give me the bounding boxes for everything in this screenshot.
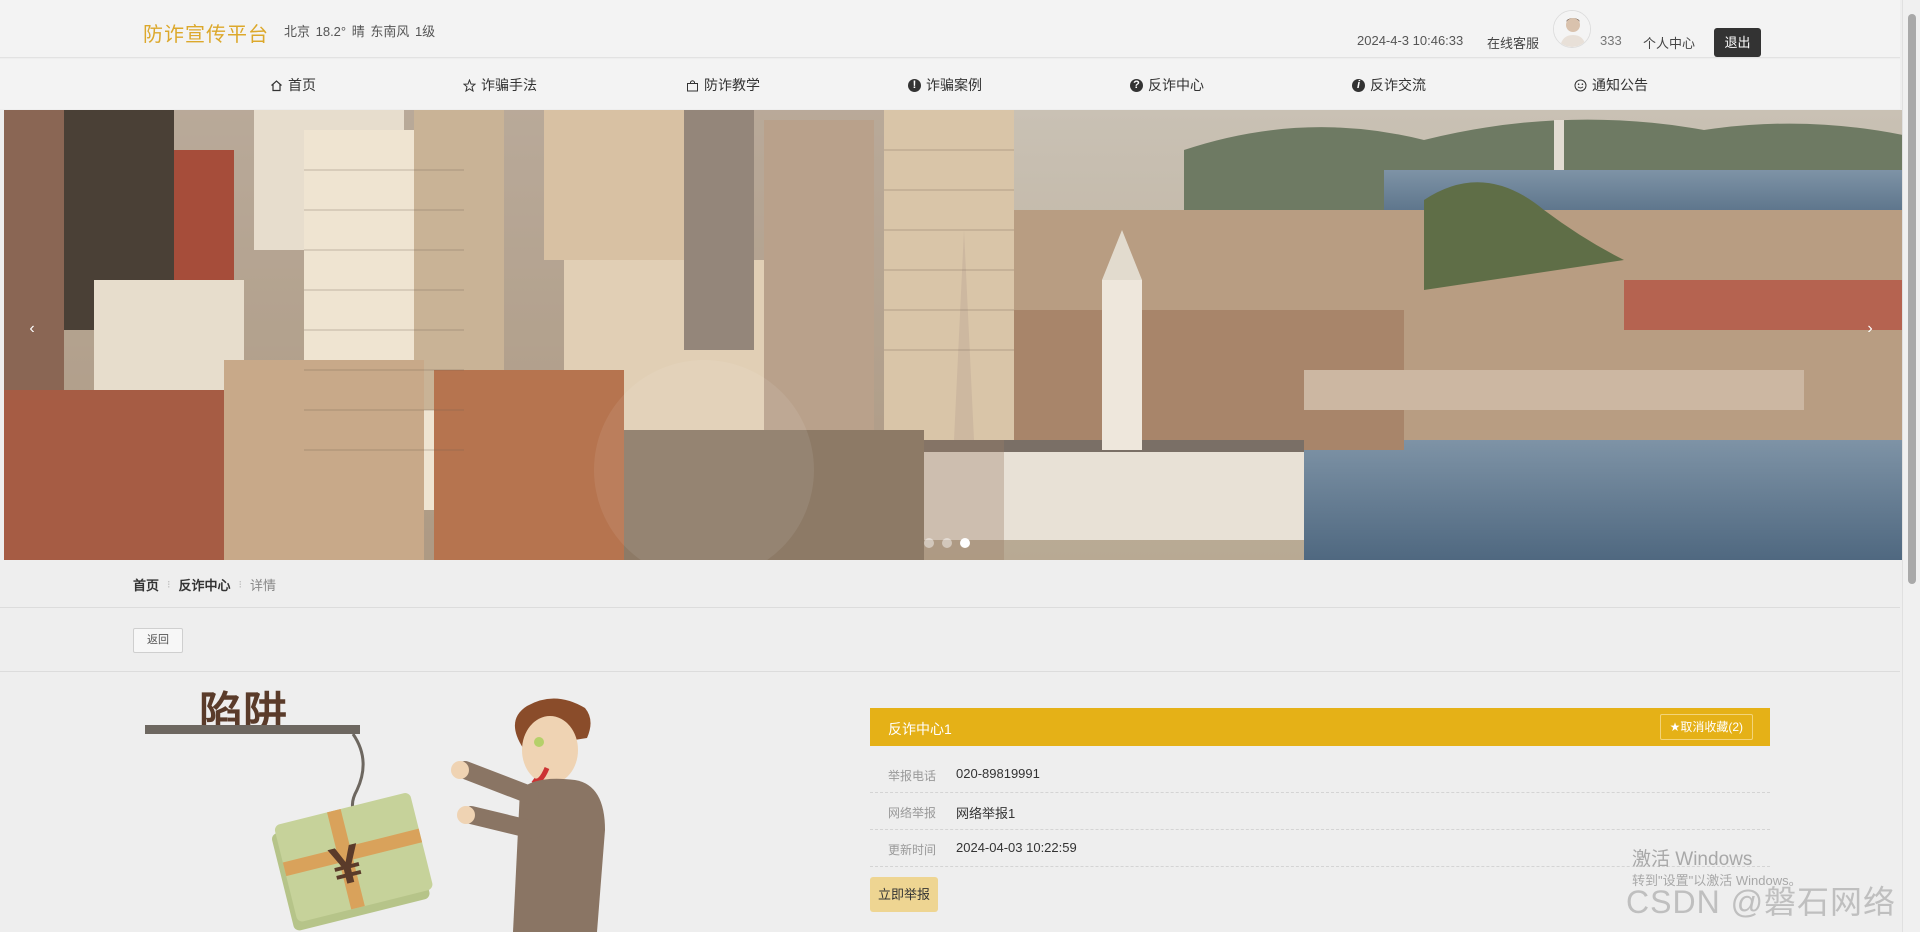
nav-label: 诈骗案例 [926,77,982,93]
carousel-prev-arrow[interactable]: ‹ [22,320,42,338]
avatar-icon [1554,11,1590,47]
detail-illustration: 陷阱 ¥ [135,690,715,932]
nav-item-anti-fraud-teaching[interactable]: 防诈教学 [686,75,760,95]
nav-label: 防诈教学 [704,77,760,93]
scrollbar-thumb[interactable] [1908,14,1916,584]
breadcrumb-section[interactable]: 反诈中心 [179,575,231,594]
windows-activation-watermark: 激活 Windows [1632,849,1753,870]
nav-label: 反诈中心 [1148,77,1204,93]
detail-row-value: 2024-04-03 10:22:59 [956,840,1077,855]
nav-item-announcements[interactable]: 通知公告 [1574,75,1648,95]
page-scrollbar[interactable] [1902,0,1920,932]
avatar[interactable] [1553,10,1591,48]
nav-item-anti-fraud-center[interactable]: ? 反诈中心 [1130,75,1204,95]
detail-row-online-report: 网络举报 网络举报1 [870,793,1770,830]
site-brand[interactable]: 防诈宣传平台 [143,18,269,47]
smile-icon [1574,79,1587,92]
star-icon [462,78,477,92]
carousel-dot[interactable] [960,538,970,548]
detail-row-value: 网络举报1 [956,806,1016,821]
detail-row-phone: 举报电话 020-89819991 [870,756,1770,793]
nav-label: 首页 [288,77,316,93]
breadcrumb-current: 详情 [250,578,277,593]
nav-item-home[interactable]: 首页 [270,75,316,95]
breadcrumb-home[interactable]: 首页 [133,575,159,594]
info-icon: i [1352,78,1365,92]
nav-item-anti-fraud-exchange[interactable]: i 反诈交流 [1352,75,1426,95]
nav-label: 诈骗手法 [481,77,537,93]
question-icon: ? [1130,78,1143,92]
detail-row-label: 更新时间 [888,843,937,857]
nav-label: 通知公告 [1592,77,1648,93]
breadcrumb-separator: ⁝ [167,579,171,591]
current-datetime: 2024-4-3 10:46:33 [1357,33,1464,48]
banner-carousel[interactable]: ‹ › [4,110,1903,560]
csdn-watermark: CSDN @磐石网络 [1626,884,1897,920]
breadcrumb-separator: ⁝ [238,579,243,591]
carousel-dot[interactable] [924,538,934,548]
divider [0,671,1900,672]
main-nav: 首页 诈骗手法 防诈教学 ! 诈骗案例 ? 反诈中心 i 反诈交流 通知公告 [0,59,1900,109]
divider [0,607,1900,608]
online-service-link[interactable]: 在线客服 [1487,33,1539,52]
report-now-button[interactable]: 立即举报 [870,877,938,912]
illustration-image: 陷阱 ¥ [135,690,715,932]
detail-row-value: 020-89819991 [956,766,1040,781]
back-button[interactable]: 返回 [133,628,183,653]
bag-icon [686,79,699,92]
banner-image [4,110,1903,560]
user-center-link[interactable]: 个人中心 [1643,33,1695,52]
cancel-favorite-button[interactable]: ★取消收藏(2) [1659,714,1753,740]
detail-row-label: 举报电话 [888,769,937,783]
username: 333 [1600,33,1622,48]
nav-item-fraud-methods[interactable]: 诈骗手法 [462,75,537,95]
carousel-dot[interactable] [942,538,952,548]
nav-label: 反诈交流 [1370,77,1426,93]
breadcrumb: 首页 ⁝ 反诈中心 ⁝ 详情 [133,575,276,594]
carousel-next-arrow[interactable]: › [1860,320,1880,338]
logout-button[interactable]: 退出 [1714,28,1761,57]
top-bar: 防诈宣传平台 北京 18.2° 晴 东南风 1级 2024-4-3 10:46:… [0,0,1900,58]
carousel-indicators [924,538,970,548]
exclamation-icon: ! [908,78,921,92]
home-icon [270,79,283,92]
detail-row-label: 网络举报 [888,806,937,820]
weather-info: 北京 18.2° 晴 东南风 1级 [284,24,436,39]
nav-item-fraud-cases[interactable]: ! 诈骗案例 [908,75,982,95]
detail-title: 反诈中心1 [888,721,952,737]
detail-header: 反诈中心1 ★取消收藏(2) [870,708,1770,746]
